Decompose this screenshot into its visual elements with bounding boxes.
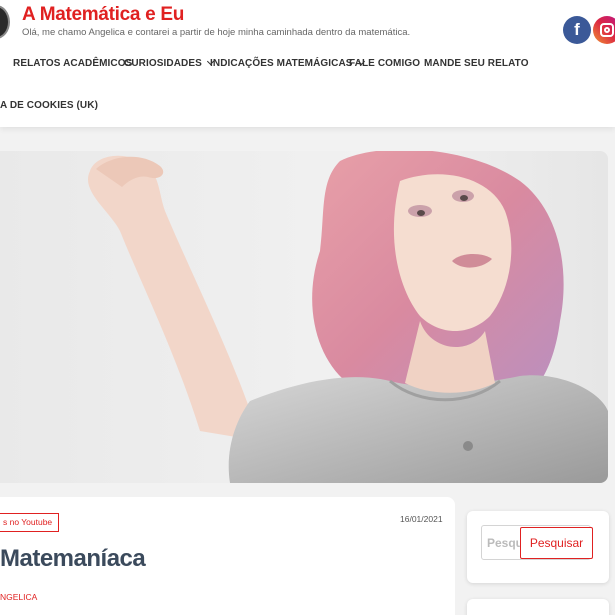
post-title[interactable]: Matemaníaca [0,545,146,573]
featured-image[interactable] [0,151,608,483]
instagram-glyph [600,23,614,37]
nav-item-fale-comigo[interactable]: FALE COMIGO [349,58,420,69]
nav-item-label: FALE COMIGO [349,58,421,69]
nav-item-curiosidades[interactable]: CURIOSIDADES [124,57,214,69]
nav-item-label: MANDE SEU RELATO [424,58,529,69]
sidebar-widget [467,599,609,615]
instagram-icon[interactable] [593,16,615,44]
facebook-icon[interactable]: f [563,16,591,44]
nav-item-label: RELATOS ACADÊMICOS [13,58,133,69]
site-title[interactable]: A Matemática e Eu [22,4,184,26]
nav-item-label: INDICAÇÕES MATEMÁGICAS [210,58,353,69]
search-button[interactable]: Pesquisar [520,527,593,559]
nav-item-politica-de-cookies[interactable]: A DE COOKIES (UK) [0,100,98,111]
nav-item-relatos-academicos[interactable]: RELATOS ACADÊMICOS [13,58,132,69]
nav-item-mande-seu-relato[interactable]: MANDE SEU RELATO [424,58,529,69]
nav-item-label: A DE COOKIES (UK) [0,100,98,111]
featured-image-art [0,151,608,483]
nav-item-label: CURIOSIDADES [124,58,202,69]
post-date: 16/01/2021 [400,514,443,524]
site-tagline: Olá, me chamo Angelica e contarei a part… [22,27,411,38]
facebook-glyph: f [574,20,580,39]
nav-item-indicacoes-matemagicas[interactable]: INDICAÇÕES MATEMÁGICAS [210,57,365,69]
post-author[interactable]: NGELICA [0,592,37,602]
post-category-tag[interactable]: s no Youtube [0,513,60,532]
